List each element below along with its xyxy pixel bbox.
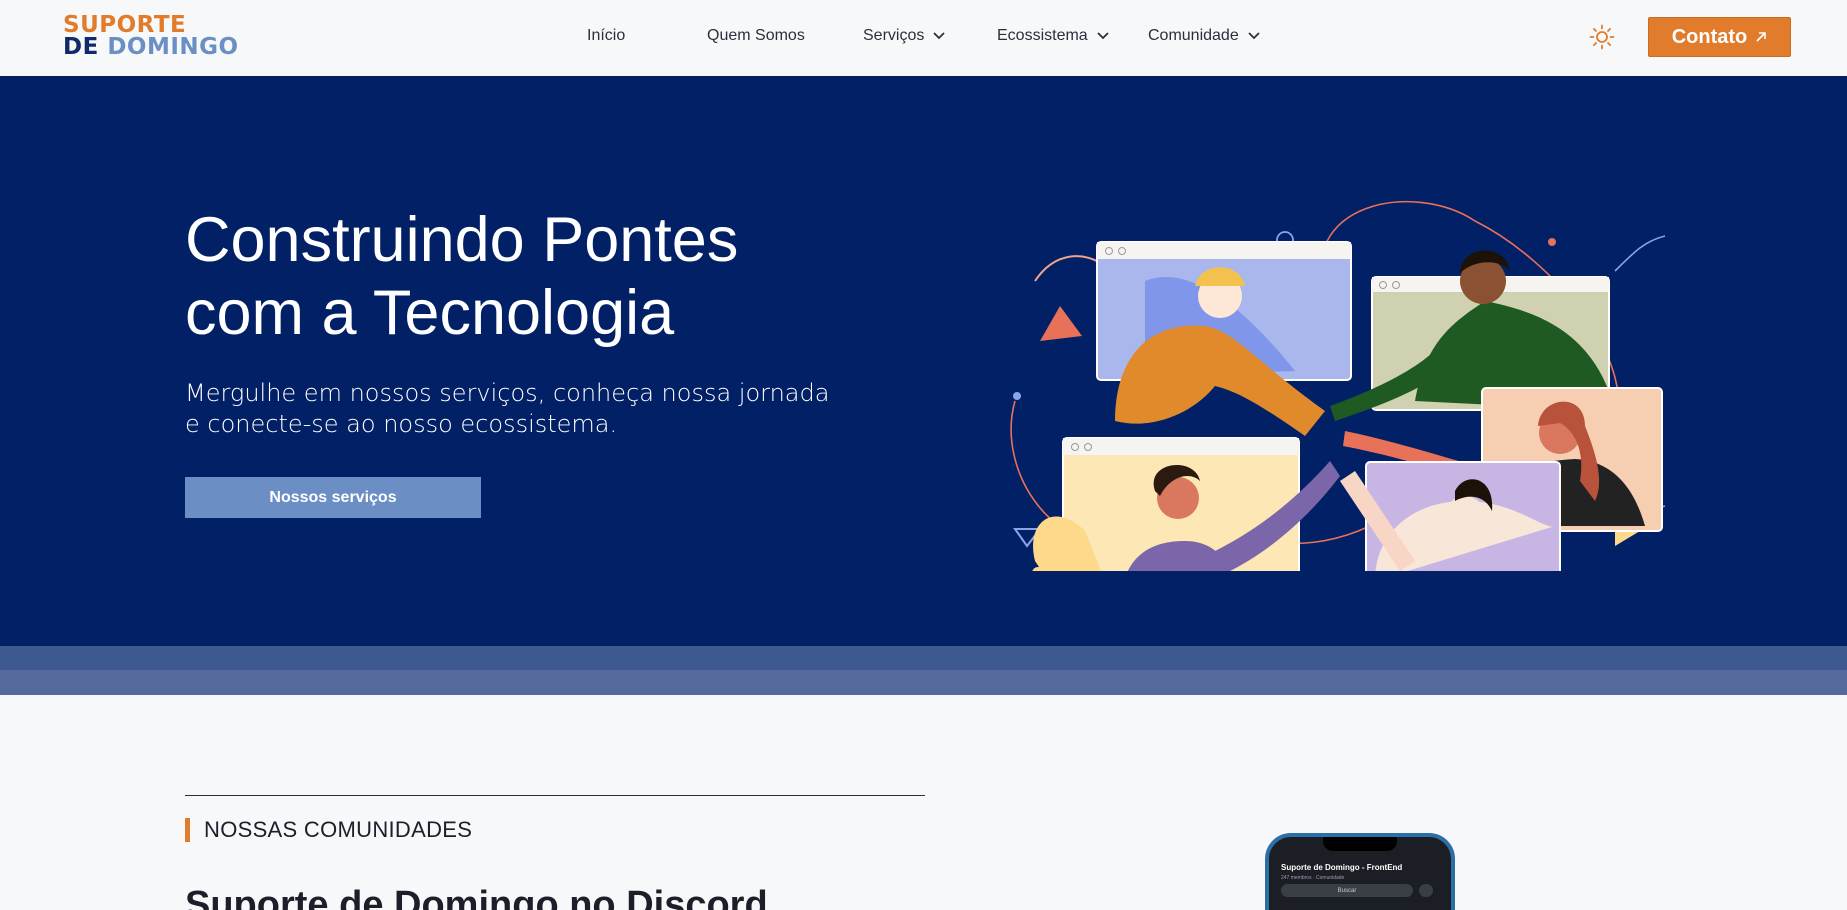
nav-comunidade[interactable]: Comunidade: [1148, 27, 1260, 45]
hero-illustration: [1010, 200, 1666, 571]
nav-quem-somos-label: Quem Somos: [707, 27, 805, 44]
logo-line2-de: DE: [63, 33, 99, 60]
nav-inicio[interactable]: Início: [587, 27, 625, 45]
sun-icon: [1589, 24, 1615, 50]
site-header: SUPORTE DE DOMINGO Início Quem Somos Ser…: [0, 0, 1847, 76]
nav-inicio-label: Início: [587, 27, 626, 44]
section-tag: NOSSAS COMUNIDADES: [185, 818, 472, 842]
logo-line2-domingo: DOMINGO: [107, 33, 239, 60]
hero-title: Construindo Pontes com a Tecnologia: [185, 204, 885, 350]
theme-toggle-button[interactable]: [1589, 24, 1615, 50]
phone-mockup: Suporte de Domingo - FrontEnd 247 membro…: [1265, 833, 1455, 910]
hero-section: Construindo Pontes com a Tecnologia Merg…: [0, 76, 1847, 646]
arrow-up-right-icon: [1756, 32, 1767, 42]
phone-server-title: Suporte de Domingo - FrontEnd: [1281, 863, 1403, 872]
services-cta-button[interactable]: Nossos serviços: [185, 477, 481, 518]
nav-comunidade-label: Comunidade: [1148, 27, 1239, 44]
hero-subtitle: Mergulhe em nossos serviços, conheça nos…: [185, 378, 865, 440]
phone-search-label: Buscar: [1337, 887, 1357, 894]
phone-search-bar: Buscar: [1281, 884, 1413, 897]
site-logo[interactable]: SUPORTE DE DOMINGO: [63, 14, 239, 60]
phone-server-subtitle: 247 membros · Comunidade: [1281, 875, 1345, 881]
hero-band-bottom: [0, 670, 1847, 695]
chevron-down-icon: [933, 32, 945, 40]
hero-title-line2: com a Tecnologia: [185, 278, 675, 348]
nav-quem-somos[interactable]: Quem Somos: [707, 27, 805, 45]
chevron-down-icon: [1248, 32, 1260, 40]
services-cta-label: Nossos serviços: [269, 488, 397, 506]
nav-ecossistema[interactable]: Ecossistema: [997, 27, 1109, 45]
nav-ecossistema-label: Ecossistema: [997, 27, 1088, 44]
hero-title-line1: Construindo Pontes: [185, 205, 739, 275]
contact-button-label: Contato: [1671, 25, 1748, 48]
chevron-down-icon: [1097, 32, 1109, 40]
nav-servicos-label: Serviços: [863, 27, 925, 44]
section-title: Suporte de Domingo no Discord: [185, 884, 768, 910]
nav-servicos[interactable]: Serviços: [863, 27, 945, 45]
contact-button[interactable]: Contato: [1648, 17, 1791, 57]
hero-subtitle-line2: e conecte-se ao nosso ecossistema.: [185, 410, 618, 438]
hero-subtitle-line1: Mergulhe em nossos serviços, conheça nos…: [185, 379, 830, 407]
phone-invite-icon: [1419, 884, 1433, 897]
section-divider: [185, 795, 925, 796]
hero-band-top: [0, 646, 1847, 670]
phone-notch: [1323, 837, 1397, 851]
